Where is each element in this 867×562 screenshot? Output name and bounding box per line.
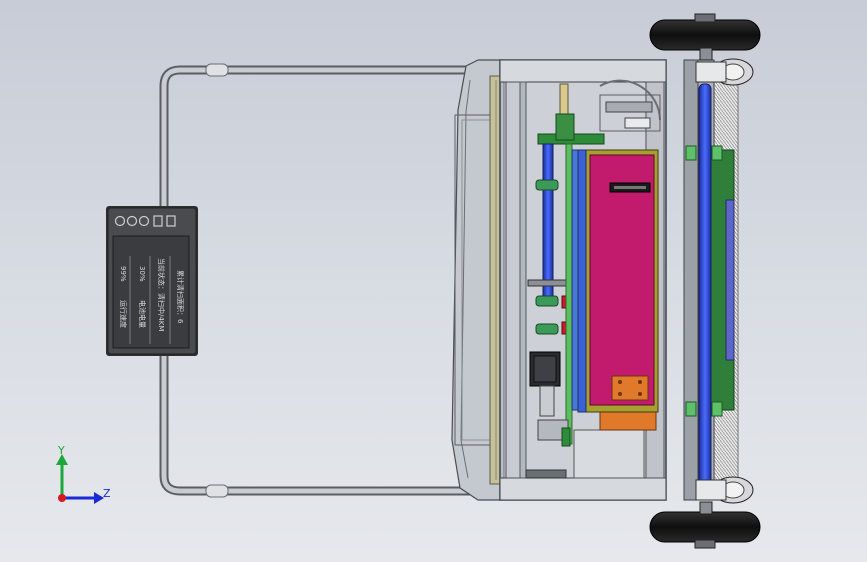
brush-roller: [698, 83, 712, 501]
battery-box: [577, 149, 659, 413]
handle-clamp-bottom: [205, 484, 229, 498]
display-row-4: 累计清扫面积：6: [176, 270, 185, 324]
display-row-1-value: 99%: [119, 266, 127, 282]
z-axis-label: Z: [103, 487, 111, 500]
battery-connector: [611, 375, 649, 401]
x-axis-dot: [58, 494, 66, 502]
push-handle: [159, 60, 499, 500]
panel-button-1[interactable]: [114, 215, 126, 227]
panel-button-3[interactable]: [138, 215, 150, 227]
cad-drawing: 运行速度 99% 电池电量 30% 当前状态：清扫中/4KM 累计清扫面积：6: [56, 13, 761, 549]
display-row-2-label: 电池电量: [138, 300, 147, 328]
panel-button-2[interactable]: [126, 215, 138, 227]
panel-switch-1[interactable]: [153, 215, 163, 227]
axis-triad: Y Z: [56, 444, 111, 504]
panel-switch-2[interactable]: [166, 215, 176, 227]
handle-clamp-top: [205, 63, 229, 77]
display-row-3: 当前状态：清扫中/4KM: [157, 258, 166, 331]
display-row-2-value: 30%: [138, 266, 146, 282]
control-panel: 运行速度 99% 电池电量 30% 当前状态：清扫中/4KM 累计清扫面积：6: [106, 206, 198, 356]
y-axis-label: Y: [57, 444, 65, 457]
display-row-1-label: 运行速度: [119, 300, 128, 328]
brush-assembly: [683, 59, 739, 501]
chassis-shell: [451, 59, 503, 501]
